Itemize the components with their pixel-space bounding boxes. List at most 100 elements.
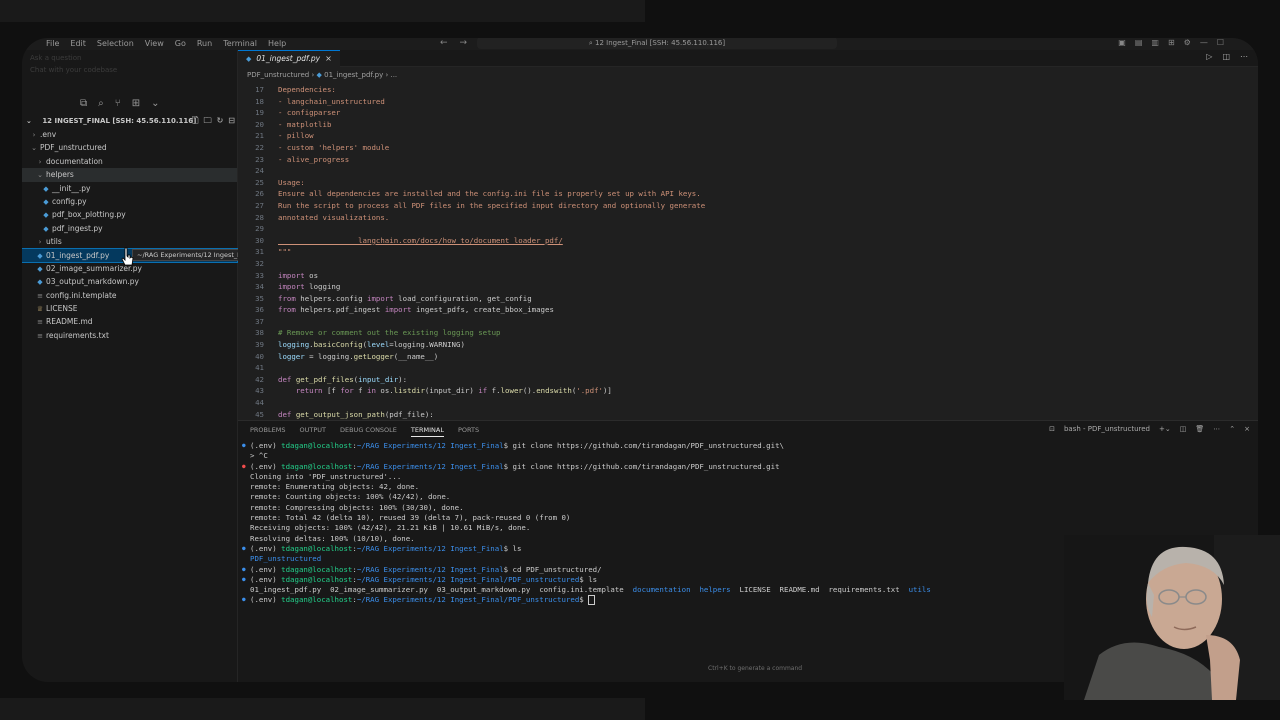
menu-view[interactable]: View	[145, 39, 164, 48]
menu-terminal[interactable]: Terminal	[223, 39, 257, 48]
code-line: 30 langchain.com/docs/how_to/document_lo…	[238, 235, 1258, 247]
terminal-token: tdagan@localhost	[281, 441, 353, 450]
code-token: f	[353, 386, 368, 396]
code-token: ingest_pdfs, create_bbox_images	[411, 305, 554, 315]
terminal-cursor	[588, 595, 596, 606]
command-decoration-icon[interactable]: ●	[242, 544, 246, 554]
close-icon[interactable]: ×	[325, 51, 332, 67]
tree-item[interactable]: ◆ 03_output_markdown.py	[22, 275, 237, 288]
toggle-sidebar-icon[interactable]: ▣	[1118, 38, 1126, 47]
command-decoration-icon[interactable]: ●	[242, 565, 246, 575]
tree-item[interactable]: ⌄ helpers	[22, 168, 237, 182]
tree-item[interactable]: ⌄ PDF_unstructured	[22, 141, 237, 154]
code-line: 38 # Remove or comment out the existing l…	[238, 327, 1258, 339]
new-folder-icon[interactable]: 🗀	[204, 114, 212, 128]
terminal-token: (.env)	[250, 574, 282, 584]
code-token: import	[384, 305, 412, 315]
code-editor[interactable]: 17 Dependencies: 18 - langchain_unstructure…	[238, 84, 1258, 420]
collapse-all-icon[interactable]: ⊟	[228, 114, 235, 128]
letterbox-top	[0, 0, 645, 22]
minimize-icon[interactable]: —	[1200, 38, 1208, 47]
tab-ports[interactable]: PORTS	[458, 426, 479, 437]
code-token: return	[295, 386, 323, 396]
command-decoration-icon[interactable]: ●	[242, 441, 246, 451]
menu-run[interactable]: Run	[197, 39, 212, 48]
terminal-text: (.env) tdagan@localhost:~/RAG Experiment…	[250, 462, 780, 472]
terminal-token: tdagan@localhost	[281, 595, 353, 605]
python-file-icon: ◆	[316, 71, 322, 79]
terminal-token: $ git clone https://github.com/tirandaga…	[503, 461, 780, 471]
code-token: )]	[602, 386, 612, 396]
line-number: 45	[255, 409, 264, 419]
menu-file[interactable]: File	[46, 39, 59, 48]
tree-item[interactable]: › .env	[22, 128, 237, 141]
maximize-panel-icon[interactable]: ⌃	[1229, 425, 1235, 433]
breadcrumb-file[interactable]: 01_ingest_pdf.py	[324, 71, 383, 79]
menu-go[interactable]: Go	[175, 39, 186, 48]
menu-selection[interactable]: Selection	[97, 39, 134, 48]
refresh-icon[interactable]: ↻	[217, 114, 224, 128]
command-decoration-icon[interactable]: ●	[242, 462, 246, 472]
tree-item[interactable]: ◆ __init__.py	[22, 182, 237, 195]
tab-problems[interactable]: PROBLEMS	[250, 426, 285, 437]
code-line: 35 from helpers.config import load_config…	[238, 293, 1258, 305]
code-text: logging.basicConfig(level=logging.WARNIN…	[278, 339, 465, 351]
tree-item[interactable]: ≡ requirements.txt	[22, 329, 237, 342]
trash-icon[interactable]: 🗑	[1195, 425, 1204, 433]
new-file-icon[interactable]: 🗋	[192, 114, 198, 128]
menu-edit[interactable]: Edit	[70, 39, 86, 48]
extensions-icon[interactable]: ⊞	[132, 98, 140, 109]
toggle-secondary-sidebar-icon[interactable]: ▥	[1151, 38, 1159, 47]
code-line: 20 - matplotlib	[238, 119, 1258, 131]
shell-label[interactable]: bash - PDF_unstructured	[1064, 425, 1150, 433]
tree-item[interactable]: ◆ pdf_ingest.py	[22, 222, 237, 235]
split-terminal-icon[interactable]: ◫	[1180, 425, 1187, 433]
menu-help[interactable]: Help	[268, 39, 286, 48]
tree-item[interactable]: ◆ config.py	[22, 195, 237, 208]
tab-output[interactable]: OUTPUT	[299, 426, 326, 437]
new-terminal-icon[interactable]: +⌄	[1159, 425, 1171, 433]
tree-item[interactable]: › documentation	[22, 155, 237, 168]
chat-prompt[interactable]: Ask a question Chat with your codebase	[30, 52, 117, 76]
breadcrumb-symbol[interactable]: ...	[390, 71, 397, 79]
terminal-text: remote: Total 42 (delta 10), reused 39 (…	[250, 513, 570, 523]
split-editor-icon[interactable]: ◫	[1222, 52, 1230, 61]
breadcrumb-folder[interactable]: PDF_unstructured	[247, 71, 309, 79]
tree-item[interactable]: ≡ README.md	[22, 315, 237, 328]
run-icon[interactable]: ▷	[1206, 52, 1212, 61]
tree-item[interactable]: ♕ LICENSE	[22, 302, 237, 315]
line-number: 34	[255, 282, 264, 292]
more-actions-icon[interactable]: ⋯	[1213, 425, 1220, 433]
maximize-icon[interactable]: ☐	[1217, 38, 1224, 47]
close-icon[interactable]: ×	[1244, 425, 1250, 433]
tab-01-ingest-pdf[interactable]: ◆ 01_ingest_pdf.py ×	[238, 50, 340, 67]
tab-terminal[interactable]: TERMINAL	[410, 426, 444, 437]
sidebar: Ask a question Chat with your codebase ⧉…	[22, 50, 390, 682]
code-token: Ensure all dependencies are installed an…	[278, 189, 701, 199]
terminal-line: ● (.env) tdagan@localhost:~/RAG Experimen…	[238, 441, 1258, 451]
code-token: '.pdf'	[576, 386, 603, 396]
tab-debug-console[interactable]: DEBUG CONSOLE	[340, 426, 397, 437]
command-center[interactable]: ⌕ 12 Ingest_Final [SSH: 45.56.110.116]	[477, 38, 837, 49]
line-number: 37	[255, 316, 264, 326]
code-token: =logging.WARNING)	[389, 340, 465, 350]
code-token[interactable]: langchain.com/docs/how_to/document_loade…	[278, 236, 563, 245]
back-arrow-icon[interactable]: ←	[440, 38, 448, 48]
explorer-header[interactable]: ⌄ 12 INGEST_FINAL [SSH: 45.56.110.116] 🗋…	[26, 114, 237, 128]
search-icon[interactable]: ⌕	[98, 98, 104, 109]
tree-item[interactable]: ◆ pdf_box_plotting.py	[22, 208, 237, 221]
command-decoration-icon[interactable]: ●	[242, 595, 246, 605]
code-text: langchain.com/docs/how_to/document_loade…	[278, 235, 563, 247]
source-control-icon[interactable]: ⑂	[115, 98, 121, 109]
tree-item-label: config.ini.template	[46, 290, 117, 300]
files-icon[interactable]: ⧉	[80, 98, 87, 109]
more-actions-icon[interactable]: ⋯	[1240, 52, 1248, 61]
toggle-panel-icon[interactable]: ▤	[1135, 38, 1143, 47]
customize-layout-icon[interactable]: ⊞	[1168, 38, 1175, 47]
chevron-down-icon[interactable]: ⌄	[151, 98, 159, 109]
gear-icon[interactable]: ⚙	[1184, 38, 1191, 47]
code-text: from helpers.pdf_ingest import ingest_pd…	[278, 304, 554, 316]
tree-item[interactable]: ≡ config.ini.template	[22, 289, 237, 302]
command-decoration-icon[interactable]: ●	[242, 575, 246, 585]
forward-arrow-icon[interactable]: →	[460, 38, 468, 48]
